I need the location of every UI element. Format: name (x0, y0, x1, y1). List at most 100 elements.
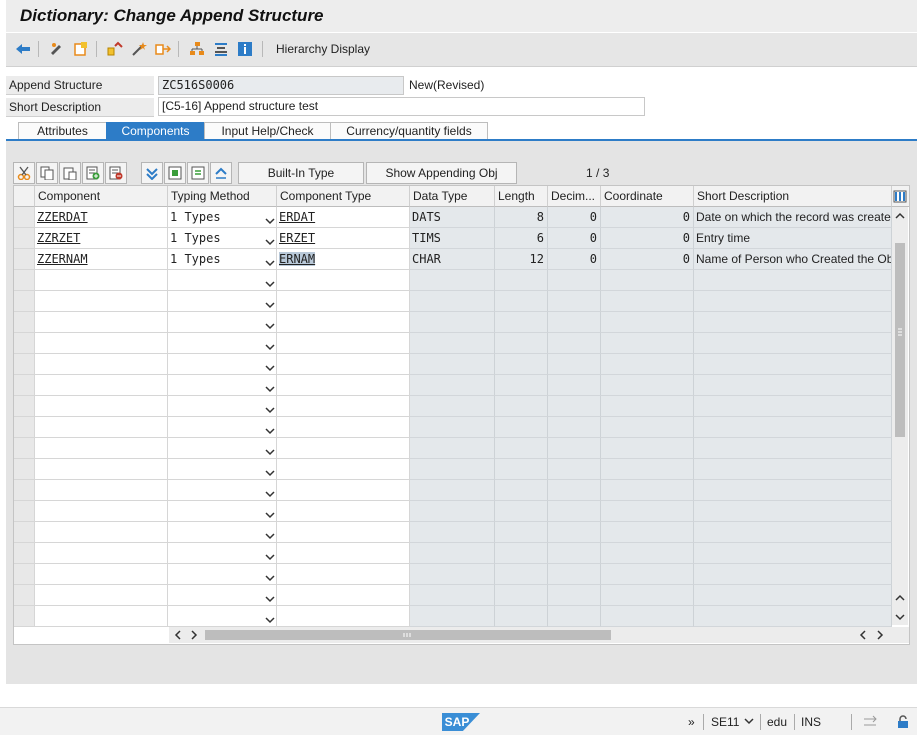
component-cell[interactable] (35, 375, 168, 396)
where-used-icon[interactable] (154, 40, 172, 58)
chevron-down-icon[interactable] (265, 401, 275, 414)
tab-components[interactable]: Components (106, 122, 205, 140)
row-selector[interactable] (14, 354, 35, 375)
row-selector[interactable] (14, 501, 35, 522)
chevron-down-icon[interactable] (265, 212, 275, 225)
component-type-value[interactable]: ERNAM (279, 252, 316, 266)
cut-icon[interactable] (13, 162, 35, 184)
component-cell[interactable] (35, 459, 168, 480)
typing-method-cell[interactable]: 1 Types (168, 249, 277, 270)
tab-order-icon[interactable] (862, 715, 880, 732)
component-cell[interactable] (35, 606, 168, 627)
chevron-down-icon[interactable] (265, 464, 275, 477)
component-type-value[interactable]: ERDAT (279, 210, 315, 224)
component-cell[interactable] (35, 270, 168, 291)
component-type-cell[interactable] (277, 606, 410, 627)
component-type-cell[interactable] (277, 480, 410, 501)
column-header-length[interactable]: Length (495, 186, 548, 207)
short-description-field[interactable]: [C5-16] Append structure test (158, 97, 645, 116)
row-selector[interactable] (14, 522, 35, 543)
typing-method-cell[interactable]: 1 Types (168, 228, 277, 249)
chevron-down-icon[interactable] (265, 359, 275, 372)
typing-method-cell[interactable] (168, 606, 277, 627)
hierarchy-display-button[interactable]: Hierarchy Display (276, 42, 370, 56)
component-cell[interactable] (35, 354, 168, 375)
row-selector[interactable] (14, 396, 35, 417)
row-selector[interactable] (14, 228, 35, 249)
column-header-data-type[interactable]: Data Type (410, 186, 495, 207)
chevron-down-icon[interactable] (265, 590, 275, 603)
typing-method-cell[interactable] (168, 396, 277, 417)
component-type-cell[interactable] (277, 312, 410, 333)
tab-currency-quantity-fields[interactable]: Currency/quantity fields (330, 122, 488, 140)
row-selector[interactable] (14, 207, 35, 228)
typing-method-value[interactable]: 1 Types (170, 252, 221, 266)
display-change-icon[interactable] (48, 40, 66, 58)
component-cell[interactable] (35, 522, 168, 543)
component-type-cell[interactable] (277, 585, 410, 606)
show-appending-obj-button[interactable]: Show Appending Obj (366, 162, 517, 184)
component-type-cell[interactable] (277, 501, 410, 522)
row-selector[interactable] (14, 438, 35, 459)
lock-icon[interactable] (896, 715, 910, 732)
component-cell[interactable] (35, 480, 168, 501)
typing-method-value[interactable]: 1 Types (170, 210, 221, 224)
chevron-down-icon[interactable] (744, 715, 754, 729)
column-header-typing-method[interactable]: Typing Method (168, 186, 277, 207)
component-cell[interactable] (35, 333, 168, 354)
component-type-cell[interactable] (277, 543, 410, 564)
typing-method-cell[interactable] (168, 270, 277, 291)
row-selector[interactable] (14, 291, 35, 312)
activate-icon[interactable] (130, 40, 148, 58)
component-type-cell[interactable] (277, 375, 410, 396)
column-header-decimals[interactable]: Decim... (548, 186, 601, 207)
horizontal-scrollbar[interactable] (169, 627, 909, 643)
chevron-down-icon[interactable] (265, 422, 275, 435)
paste-icon[interactable] (59, 162, 81, 184)
component-type-cell[interactable] (277, 459, 410, 480)
typing-method-cell[interactable] (168, 333, 277, 354)
component-cell[interactable] (35, 291, 168, 312)
component-cell[interactable] (35, 312, 168, 333)
column-header-short-description[interactable]: Short Description (694, 186, 892, 207)
component-type-cell[interactable] (277, 291, 410, 312)
typing-method-cell[interactable] (168, 564, 277, 585)
component-cell[interactable] (35, 417, 168, 438)
component-cell[interactable]: ZZRZET (35, 228, 168, 249)
row-selector[interactable] (14, 312, 35, 333)
chevron-down-icon[interactable] (265, 380, 275, 393)
component-cell[interactable] (35, 585, 168, 606)
typing-method-cell[interactable] (168, 459, 277, 480)
component-type-cell[interactable] (277, 522, 410, 543)
component-type-cell[interactable]: ERZET (277, 228, 410, 249)
chevron-down-icon[interactable] (265, 548, 275, 561)
component-cell[interactable]: ZZERDAT (35, 207, 168, 228)
component-type-cell[interactable] (277, 333, 410, 354)
typing-method-cell[interactable] (168, 501, 277, 522)
details-icon[interactable] (187, 162, 209, 184)
component-type-value[interactable]: ERZET (279, 231, 315, 245)
component-name[interactable]: ZZERDAT (37, 210, 88, 224)
component-type-cell[interactable] (277, 354, 410, 375)
select-all-icon[interactable] (141, 162, 163, 184)
row-selector[interactable] (14, 270, 35, 291)
row-selector[interactable] (14, 249, 35, 270)
chevron-down-icon[interactable] (265, 443, 275, 456)
row-selector[interactable] (14, 564, 35, 585)
check-icon[interactable] (106, 40, 124, 58)
component-type-cell[interactable]: ERNAM (277, 249, 410, 270)
tab-input-help-check[interactable]: Input Help/Check (204, 122, 331, 140)
component-type-cell[interactable] (277, 396, 410, 417)
component-cell[interactable] (35, 564, 168, 585)
typing-method-cell[interactable] (168, 354, 277, 375)
typing-method-cell[interactable] (168, 375, 277, 396)
row-selector[interactable] (14, 585, 35, 606)
chevron-down-icon[interactable] (265, 569, 275, 582)
row-selector[interactable] (14, 417, 35, 438)
row-selector[interactable] (14, 375, 35, 396)
built-in-type-button[interactable]: Built-In Type (238, 162, 364, 184)
component-type-cell[interactable] (277, 438, 410, 459)
chevron-down-icon[interactable] (265, 485, 275, 498)
component-cell[interactable]: ZZERNAM (35, 249, 168, 270)
component-cell[interactable] (35, 438, 168, 459)
